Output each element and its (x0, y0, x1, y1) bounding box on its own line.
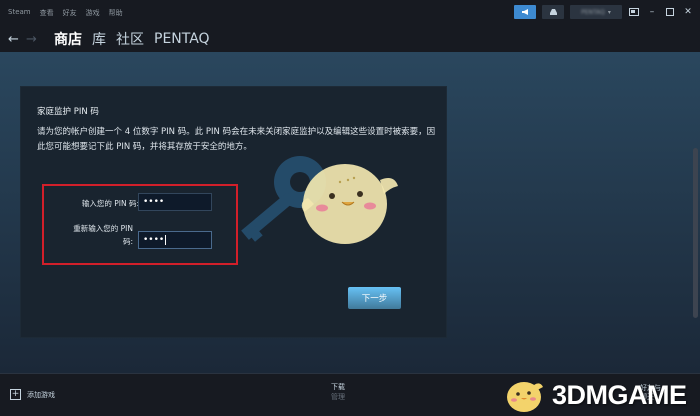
downloads-title: 下载 (331, 383, 345, 391)
window-controls: PENTAQ ▾ – ✕ (514, 5, 694, 19)
watermark: 3DMGAME (500, 375, 687, 415)
nav-bar: ← → 商店 库 社区 PENTAQ (0, 26, 700, 52)
watermark-text: 3DMGAME (552, 379, 687, 410)
inbox-icon (549, 9, 557, 15)
account-name: PENTAQ (581, 8, 605, 16)
tab-community[interactable]: 社区 (116, 29, 144, 49)
title-bar: Steam 查看 好友 游戏 帮助 PENTAQ ▾ – ✕ (0, 0, 700, 26)
confirm-pin-value: •••• (143, 235, 165, 245)
forward-arrow-icon[interactable]: → (26, 32, 44, 47)
confirm-pin-label-line1: 重新输入您的 PIN (73, 224, 133, 233)
pin-value: •••• (143, 197, 165, 207)
menu-view[interactable]: 查看 (40, 8, 54, 18)
account-menu[interactable]: PENTAQ ▾ (570, 5, 622, 19)
minimize-icon[interactable]: – (646, 6, 658, 18)
tab-profile[interactable]: PENTAQ (154, 31, 210, 47)
downloads-button[interactable]: 下载 管理 (331, 382, 345, 402)
back-arrow-icon[interactable]: ← (8, 32, 26, 47)
add-game-label: 添加游戏 (27, 390, 55, 399)
menu-bar: Steam 查看 好友 游戏 帮助 (0, 8, 123, 18)
confirm-pin-label-line2: 码: (122, 237, 133, 246)
menu-help[interactable]: 帮助 (109, 8, 123, 18)
screen-mode-icon[interactable] (628, 6, 640, 18)
maximize-icon[interactable] (664, 6, 676, 18)
tab-store[interactable]: 商店 (54, 29, 82, 49)
megaphone-icon (521, 9, 528, 15)
text-caret (165, 235, 167, 245)
chick-logo-icon (507, 382, 543, 412)
menu-friends[interactable]: 好友 (63, 8, 77, 18)
menu-steam[interactable]: Steam (8, 8, 31, 18)
scrollbar[interactable] (693, 148, 698, 318)
chevron-down-icon: ▾ (607, 8, 611, 16)
broadcast-button[interactable] (514, 5, 536, 19)
close-icon[interactable]: ✕ (682, 6, 694, 18)
add-game-button[interactable]: + 添加游戏 (10, 389, 55, 400)
chick-mascot-icon (301, 164, 398, 244)
menu-games[interactable]: 游戏 (86, 8, 100, 18)
next-button[interactable]: 下一步 (348, 287, 401, 309)
downloads-subtitle: 管理 (331, 393, 345, 401)
tab-library[interactable]: 库 (92, 29, 106, 49)
confirm-pin-input[interactable]: •••• (138, 231, 212, 249)
panel-title: 家庭监护 PIN 码 (37, 107, 99, 117)
notifications-button[interactable] (542, 5, 564, 19)
key-mascot-illustration (241, 156, 398, 244)
pin-input[interactable]: •••• (138, 193, 212, 211)
pin-label: 输入您的 PIN 码: (81, 199, 139, 208)
plus-icon: + (10, 389, 21, 400)
